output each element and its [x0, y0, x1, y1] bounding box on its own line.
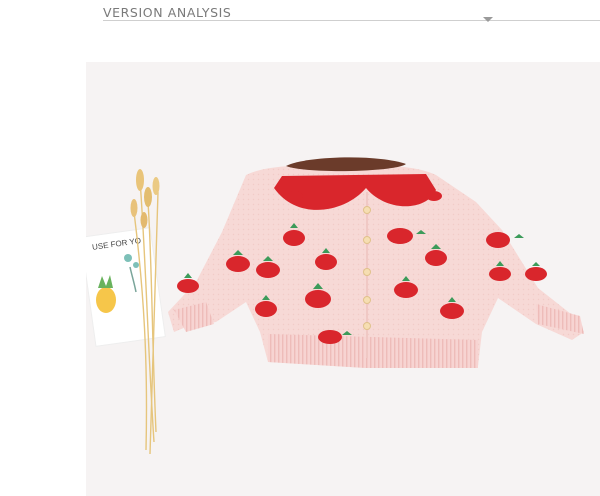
divider-arrow-icon — [483, 17, 493, 22]
product-illustration: USE FOR YO — [86, 157, 584, 455]
product-photo: USE FOR YO — [86, 62, 600, 496]
page-title: VERSION ANALYSIS — [103, 5, 232, 20]
header: VERSION ANALYSIS — [0, 0, 600, 40]
cardigan — [168, 157, 584, 368]
divider-line — [103, 20, 600, 21]
